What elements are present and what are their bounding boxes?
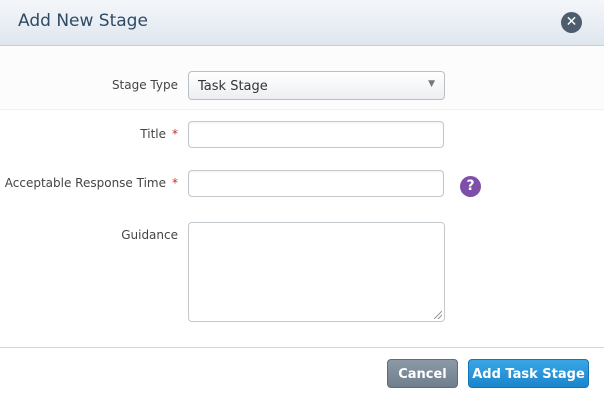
guidance-label-text: Guidance <box>121 228 178 242</box>
dialog-header: Add New Stage ✕ <box>0 0 604 46</box>
title-label-text: Title <box>140 127 166 141</box>
add-stage-dialog: Add New Stage ✕ Stage Type Task Stage ▼ … <box>0 0 604 394</box>
title-input[interactable] <box>188 121 444 148</box>
guidance-textarea[interactable] <box>188 222 445 322</box>
add-task-stage-button[interactable]: Add Task Stage <box>468 359 589 388</box>
response-time-label-text: Acceptable Response Time <box>4 176 166 190</box>
stage-type-label-text: Stage Type <box>111 78 178 92</box>
cancel-button[interactable]: Cancel <box>387 359 458 388</box>
chevron-down-icon: ▼ <box>428 79 435 89</box>
dialog-title: Add New Stage <box>18 11 148 31</box>
guidance-label: Guidance <box>3 228 178 242</box>
close-icon[interactable]: ✕ <box>561 12 582 33</box>
title-label: Title * <box>3 127 178 141</box>
resize-handle-icon[interactable] <box>434 311 442 319</box>
stage-type-selected-value: Task Stage <box>198 79 268 94</box>
response-time-input[interactable] <box>188 170 444 197</box>
stage-type-label: Stage Type <box>3 78 178 92</box>
stage-type-select[interactable]: Task Stage ▼ <box>188 71 445 100</box>
required-marker: * <box>172 127 178 141</box>
question-mark-icon[interactable]: ? <box>460 176 481 197</box>
response-time-label: Acceptable Response Time * <box>3 176 178 190</box>
required-marker: * <box>172 176 178 190</box>
